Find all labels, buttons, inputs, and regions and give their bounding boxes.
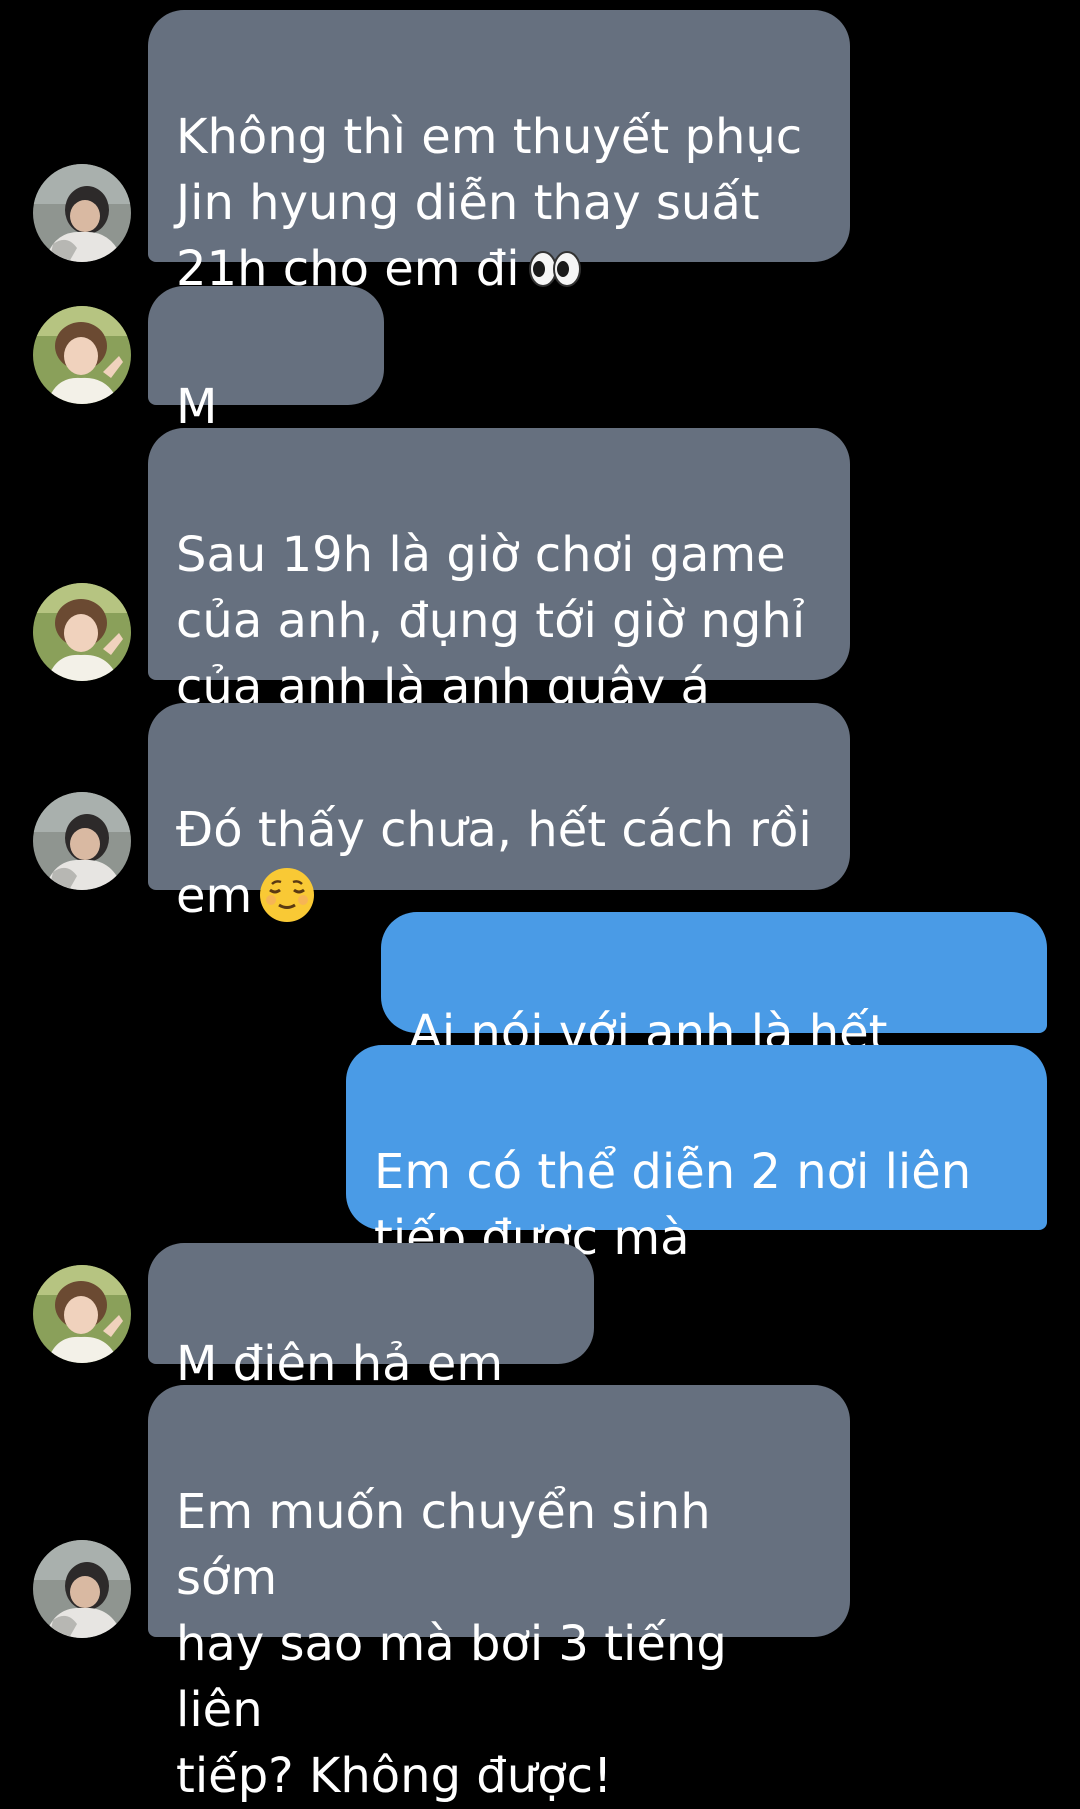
message-bubble-incoming: M điên hả em bbox=[148, 1243, 594, 1456]
avatar-photo bbox=[33, 164, 131, 262]
avatar-photo bbox=[33, 583, 131, 681]
message-text: Sau 19h là giờ chơi game của anh, đụng t… bbox=[176, 527, 806, 715]
message-bubble-incoming: Em muốn chuyển sinh sớm hay sao mà bơi 3… bbox=[148, 1385, 850, 1804]
avatar-photo bbox=[33, 1265, 131, 1363]
contact-avatar[interactable] bbox=[33, 1540, 131, 1638]
contact-avatar[interactable] bbox=[33, 1265, 131, 1363]
avatar-photo bbox=[33, 306, 131, 404]
eyes-emoji-icon bbox=[526, 239, 584, 297]
relieved-face-emoji-icon bbox=[258, 866, 316, 924]
message-bubble-incoming: Không thì em thuyết phục Jin hyung diễn … bbox=[148, 10, 850, 297]
message-bubble-outgoing: Ai nói với anh là hết cách? bbox=[381, 912, 1047, 1127]
message-bubble-incoming: Đó thấy chưa, hết cách rồi em bbox=[148, 703, 850, 924]
contact-avatar[interactable] bbox=[33, 306, 131, 404]
message-text: Em muốn chuyển sinh sớm hay sao mà bơi 3… bbox=[176, 1484, 727, 1804]
contact-avatar[interactable] bbox=[33, 583, 131, 681]
message-text: M điên hả em bbox=[176, 1336, 504, 1392]
contact-avatar[interactable] bbox=[33, 792, 131, 890]
message-bubble-incoming: M khoải bbox=[148, 286, 384, 501]
avatar-photo bbox=[33, 792, 131, 890]
contact-avatar[interactable] bbox=[33, 164, 131, 262]
message-bubble-incoming: Sau 19h là giờ chơi game của anh, đụng t… bbox=[148, 428, 850, 715]
chat-thread: Không thì em thuyết phục Jin hyung diễn … bbox=[0, 0, 1080, 1804]
message-bubble-outgoing: Em có thể diễn 2 nơi liên tiếp được mà bbox=[346, 1045, 1047, 1266]
message-text: Không thì em thuyết phục Jin hyung diễn … bbox=[176, 109, 803, 297]
avatar-photo bbox=[33, 1540, 131, 1638]
